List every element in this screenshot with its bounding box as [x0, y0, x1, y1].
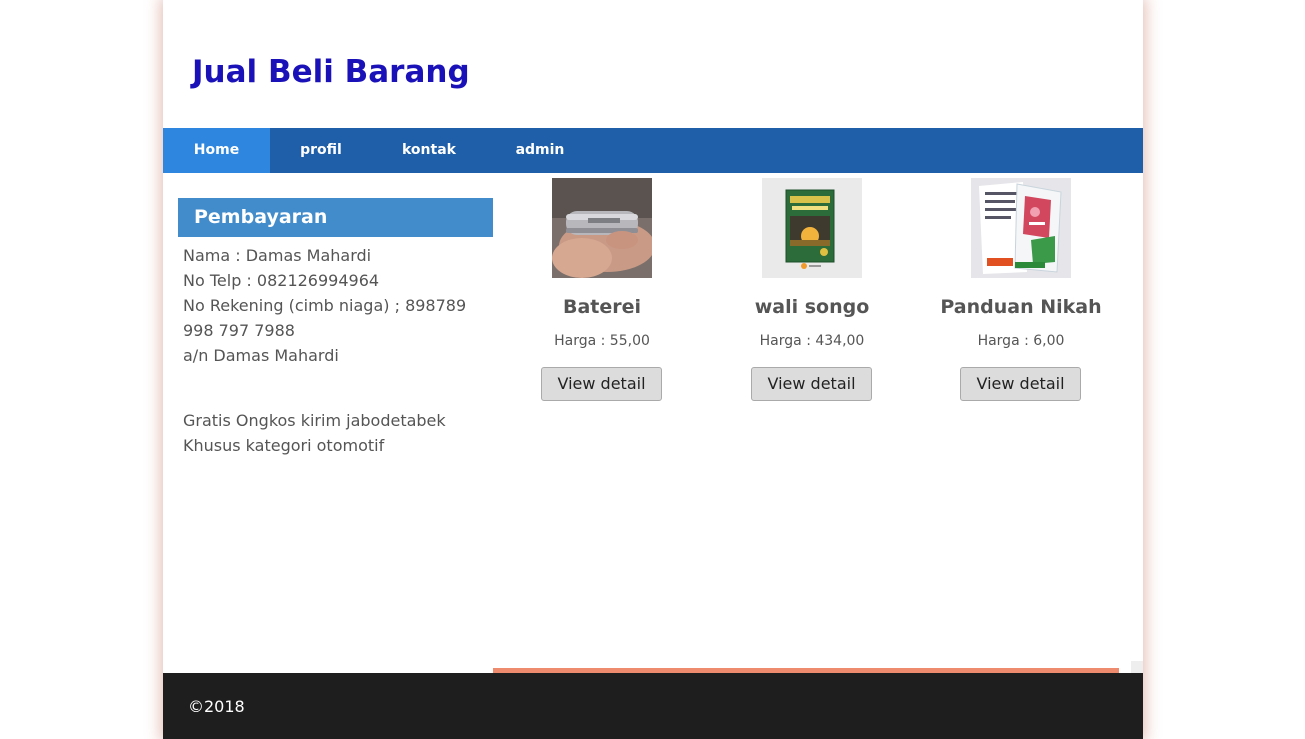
view-detail-button[interactable]: View detail [960, 367, 1081, 401]
sidebar-heading: Pembayaran [178, 198, 493, 237]
payment-name: Nama : Damas Mahardi [183, 246, 372, 265]
nav-item-profil[interactable]: profil [270, 128, 372, 173]
nav-item-kontak[interactable]: kontak [372, 128, 486, 173]
payment-sidebar: Pembayaran Nama : Damas Mahardi No Telp … [178, 198, 493, 458]
battery-photo-icon [552, 178, 652, 278]
product-image[interactable] [552, 178, 652, 278]
product-image[interactable] [971, 178, 1071, 278]
shipping-note: Gratis Ongkos kirim jabodetabek [183, 411, 446, 430]
product-name[interactable]: wali songo [707, 294, 917, 320]
nav-item-home[interactable]: Home [163, 128, 270, 173]
view-detail-button[interactable]: View detail [541, 367, 662, 401]
payment-account-holder: a/n Damas Mahardi [183, 346, 339, 365]
book-cover-photo-icon [971, 178, 1071, 278]
product-name[interactable]: Baterei [497, 294, 707, 320]
product-name[interactable]: Panduan Nikah [916, 294, 1126, 320]
nav-item-admin[interactable]: admin [486, 128, 594, 173]
view-detail-button[interactable]: View detail [751, 367, 872, 401]
product-price: Harga : 55,00 [554, 333, 650, 349]
product-price: Harga : 6,00 [977, 333, 1065, 349]
site-footer: ©2018 [163, 673, 1143, 739]
category-note: Khusus kategori otomotif [183, 436, 385, 455]
site-title[interactable]: Jual Beli Barang [192, 52, 470, 92]
payment-info: Nama : Damas Mahardi No Telp : 082126994… [178, 237, 493, 458]
copyright-text: ©2018 [188, 697, 245, 716]
payment-account: No Rekening (cimb niaga) ; 898789 [183, 296, 467, 315]
main-navigation: Home profil kontak admin [163, 128, 1143, 173]
payment-phone: No Telp : 082126994964 [183, 271, 380, 290]
payment-account-cont: 998 797 7988 [183, 321, 295, 340]
product-price: Harga : 434,00 [759, 333, 865, 349]
book-cover-photo-icon [762, 178, 862, 278]
product-image[interactable] [762, 178, 862, 278]
site-header: Jual Beli Barang [163, 0, 1143, 128]
page-container: Jual Beli Barang Home profil kontak admi… [163, 0, 1143, 739]
scrollbar-corner [1131, 661, 1143, 673]
